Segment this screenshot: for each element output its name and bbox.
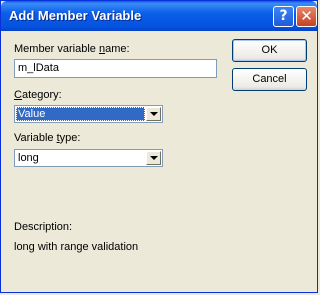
title-bar[interactable]: Add Member Variable ? ✕ <box>1 1 317 31</box>
member-name-label: Member variable name: <box>14 43 130 55</box>
chevron-down-icon <box>150 112 158 116</box>
close-icon: ✕ <box>300 7 313 25</box>
question-mark-icon: ? <box>279 8 288 24</box>
variable-type-dropdown-arrow[interactable] <box>146 151 161 165</box>
description-label: Description: <box>14 221 73 233</box>
variable-type-dropdown[interactable]: long <box>14 149 163 167</box>
dialog-title: Add Member Variable <box>9 8 142 23</box>
variable-type-label: Variable type: <box>14 132 81 144</box>
ok-button[interactable]: OK <box>232 39 307 62</box>
category-dropdown[interactable]: Value <box>14 105 163 123</box>
category-label: Category: <box>14 89 62 101</box>
cancel-button[interactable]: Cancel <box>232 68 307 91</box>
category-dropdown-arrow[interactable] <box>146 107 161 121</box>
help-button[interactable]: ? <box>273 6 294 27</box>
member-name-input[interactable]: m_lData <box>14 59 217 78</box>
description-text: long with range validation <box>14 241 139 253</box>
variable-type-selected-value: long <box>18 152 39 164</box>
add-member-variable-dialog: Add Member Variable ? ✕ Member variable … <box>0 0 318 293</box>
close-button[interactable]: ✕ <box>296 6 317 27</box>
chevron-down-icon <box>150 156 158 160</box>
category-selected-value: Value <box>16 107 145 121</box>
member-name-value: m_lData <box>18 62 59 74</box>
